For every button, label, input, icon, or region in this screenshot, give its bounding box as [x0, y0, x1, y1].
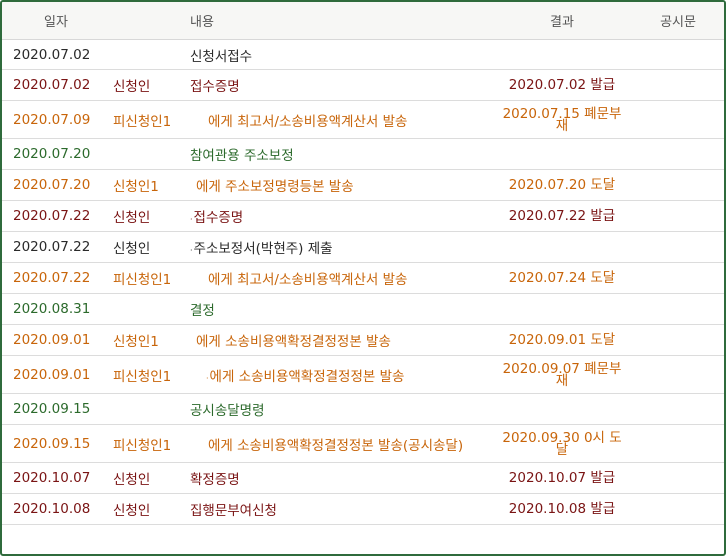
table-row: 2020.07.09 피신청인1 에게 최고서/소송비용액계산서 발송 2020.07…	[2, 100, 724, 139]
table-row: 2020.07.22신청인주소보정서(박현주) 제출	[2, 231, 724, 263]
row-party: 신청인1	[110, 324, 190, 356]
row-date: 2020.09.15	[2, 424, 110, 463]
header-date: 일자	[2, 2, 110, 40]
row-result: 2020.09.01 도달	[492, 324, 633, 356]
row-content: 에게 최고서/소송비용액계산서 발송	[190, 100, 493, 139]
row-result: 2020.07.24 도달	[492, 262, 633, 294]
row-content: 참여관용 주소보정	[190, 138, 493, 170]
row-notice	[632, 200, 724, 232]
row-notice	[632, 69, 724, 101]
row-result: 2020.09.07 폐문부재	[492, 355, 633, 394]
row-party	[110, 138, 190, 170]
row-content: 에게 주소보정명령등본 발송	[190, 169, 493, 201]
row-notice	[632, 262, 724, 294]
row-result: 2020.07.22 발급	[492, 200, 633, 232]
table-row: 2020.09.15 피신청인1 에게 소송비용액확정결정정본 발송(공시송달) 20…	[2, 424, 724, 463]
row-date: 2020.07.02	[2, 39, 110, 70]
row-party: 피신청인1	[110, 355, 190, 394]
row-notice	[632, 393, 724, 425]
row-content: 에게 소송비용액확정결정정본 발송(공시송달)	[190, 424, 493, 463]
row-content: 집행문부여신청	[190, 493, 493, 525]
row-content: 공시송달명령	[190, 393, 493, 425]
table-row: 2020.10.08 신청인 집행문부여신청 2020.10.08 발급	[2, 493, 724, 525]
row-result: 2020.10.08 발급	[492, 493, 633, 525]
row-result	[492, 39, 633, 70]
row-party: 신청인1	[110, 169, 190, 201]
row-date: 2020.10.07	[2, 462, 110, 494]
table-row: 2020.07.22신청인접수증명2020.07.22 발급	[2, 200, 724, 232]
row-notice	[632, 462, 724, 494]
row-result	[492, 231, 633, 263]
row-result: 2020.07.02 발급	[492, 69, 633, 101]
row-date: 2020.10.08	[2, 493, 110, 525]
row-notice	[632, 324, 724, 356]
row-date: 2020.07.22	[2, 262, 110, 294]
row-party: 신청인	[110, 493, 190, 525]
row-date: 2020.07.22	[2, 231, 110, 263]
row-party: 신청인	[110, 462, 190, 494]
row-notice	[632, 231, 724, 263]
table-row: 2020.07.22 피신청인1 에게 최고서/소송비용액계산서 발송 2020.07…	[2, 262, 724, 294]
table-row: 2020.09.15 공시송달명령	[2, 393, 724, 425]
table-row: 2020.08.31 결정	[2, 293, 724, 325]
row-content: 에게 소송비용액확정결정정본 발송	[190, 324, 493, 356]
row-result: 2020.09.30 0시 도달	[492, 424, 633, 463]
row-party	[110, 393, 190, 425]
row-party: 신청인	[110, 69, 190, 101]
row-party: 신청인	[110, 231, 190, 263]
row-result: 2020.10.07 발급	[492, 462, 633, 494]
row-date: 2020.09.15	[2, 393, 110, 425]
row-date: 2020.07.22	[2, 200, 110, 232]
table-row: 2020.07.02 신청인 접수증명 2020.07.02 발급	[2, 69, 724, 101]
row-content: 에게 최고서/소송비용액계산서 발송	[190, 262, 493, 294]
row-content: 주소보정서(박현주) 제출	[190, 231, 493, 263]
row-content: 접수증명	[190, 69, 493, 101]
table-body: 2020.07.02 신청서접수 2020.07.02 신청인 접수증명 2020.07.…	[2, 39, 724, 525]
row-notice	[632, 100, 724, 139]
table-row: 2020.07.02 신청서접수	[2, 39, 724, 70]
row-notice	[632, 355, 724, 394]
header-content: 내용	[110, 2, 493, 40]
row-date: 2020.07.20	[2, 138, 110, 170]
row-notice	[632, 169, 724, 201]
row-party: 피신청인1	[110, 262, 190, 294]
row-content: 확정증명	[190, 462, 493, 494]
table-header-row: 일자 내용 결과 공시문	[2, 2, 724, 40]
row-date: 2020.09.01	[2, 355, 110, 394]
row-date: 2020.09.01	[2, 324, 110, 356]
row-date: 2020.07.09	[2, 100, 110, 139]
row-result	[492, 293, 633, 325]
row-content: 접수증명	[190, 200, 493, 232]
row-party: 신청인	[110, 200, 190, 232]
row-date: 2020.08.31	[2, 293, 110, 325]
header-notice: 공시문	[632, 2, 724, 40]
row-content: 결정	[190, 293, 493, 325]
table-row: 2020.09.01 신청인1 에게 소송비용액확정결정정본 발송 2020.09.0…	[2, 324, 724, 356]
table-row: 2020.10.07 신청인 확정증명 2020.10.07 발급	[2, 462, 724, 494]
row-notice	[632, 138, 724, 170]
row-party	[110, 39, 190, 70]
row-notice	[632, 39, 724, 70]
table-row: 2020.07.20 신청인1 에게 주소보정명령등본 발송 2020.07.20 도…	[2, 169, 724, 201]
row-result	[492, 138, 633, 170]
row-notice	[632, 293, 724, 325]
header-result: 결과	[492, 2, 633, 40]
row-date: 2020.07.20	[2, 169, 110, 201]
row-result: 2020.07.20 도달	[492, 169, 633, 201]
row-result: 2020.07.15 폐문부재	[492, 100, 633, 139]
row-notice	[632, 493, 724, 525]
row-date: 2020.07.02	[2, 69, 110, 101]
table-row: 2020.07.20 참여관용 주소보정	[2, 138, 724, 170]
case-history-panel: 일자 내용 결과 공시문 2020.07.02 신청서접수 2020.07.02 신청…	[0, 0, 726, 556]
row-party	[110, 293, 190, 325]
row-party: 피신청인1	[110, 100, 190, 139]
row-content: 신청서접수	[190, 39, 493, 70]
case-history-table: 일자 내용 결과 공시문 2020.07.02 신청서접수 2020.07.02 신청…	[2, 2, 724, 525]
row-result	[492, 393, 633, 425]
table-row: 2020.09.01피신청인1에게 소송비용액확정결정정본 발송2020.09.…	[2, 355, 724, 394]
row-notice	[632, 424, 724, 463]
row-party: 피신청인1	[110, 424, 190, 463]
row-content: 에게 소송비용액확정결정정본 발송	[190, 355, 493, 394]
